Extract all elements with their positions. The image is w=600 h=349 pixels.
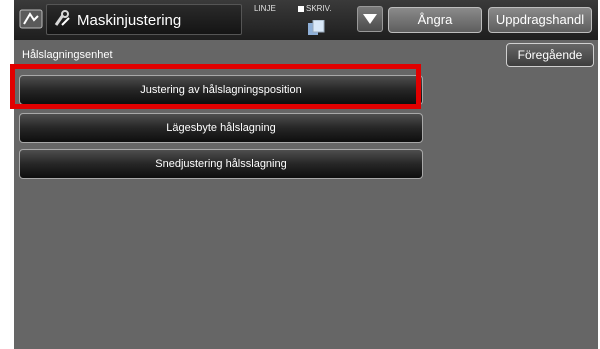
title-box: Maskinjustering [46,4,242,35]
menu-item-punch-skew[interactable]: Snedjustering hålsslagning [19,149,423,179]
dropdown-button[interactable] [357,6,383,32]
chevron-down-icon [363,14,377,24]
menu-item-punch-mode[interactable]: Lägesbyte hålslagning [19,113,423,143]
skriv-indicator [298,5,304,12]
undo-button[interactable]: Ångra [388,7,482,33]
section-label: Hålslagningsenhet [22,49,113,61]
linje-label: LINJE [254,4,276,13]
skriv-label: SKRIV. [298,4,332,13]
page-title: Maskinjustering [77,12,182,29]
top-bar: Maskinjustering LINJE SKRIV. Ångra Uppdr… [14,0,598,40]
adjustment-tools-icon [53,9,73,29]
machine-mode-icon[interactable] [18,6,44,32]
machine-panel: Maskinjustering LINJE SKRIV. Ångra Uppdr… [14,0,598,349]
back-button[interactable]: Föregående [506,43,594,67]
skriv-text: SKRIV. [306,4,332,13]
job-handling-button[interactable]: Uppdragshandl [488,7,592,33]
selection-highlight [10,64,421,109]
print-job-icon [307,19,325,36]
